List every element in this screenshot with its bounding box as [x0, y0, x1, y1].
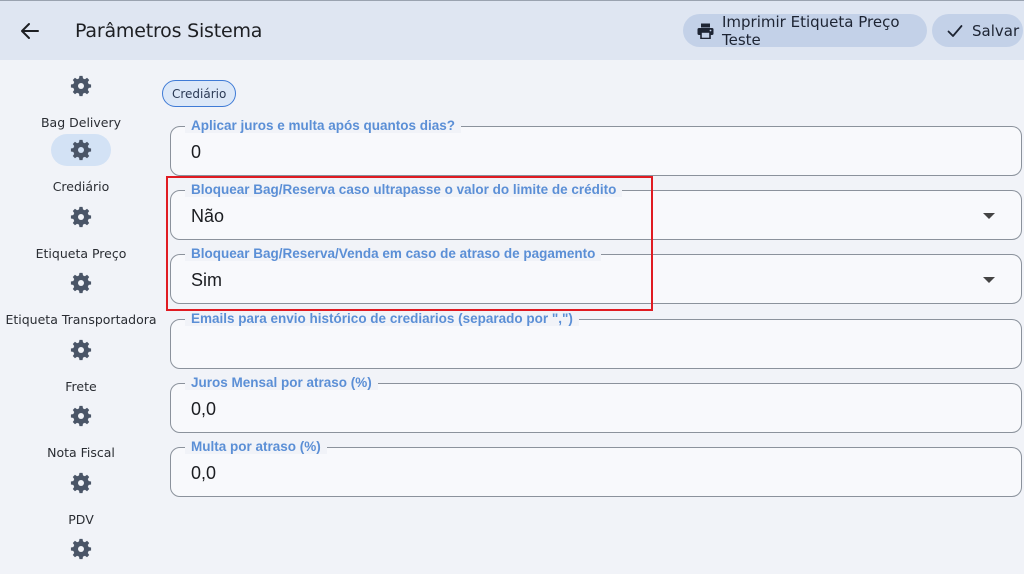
- gear-icon: [51, 134, 111, 166]
- field-value: Não: [191, 206, 225, 226]
- section-chip[interactable]: Crediário: [162, 80, 237, 107]
- block-late-payment-select[interactable]: Bloquear Bag/Reserva/Venda em caso de at…: [170, 246, 1022, 304]
- sidebar-item-pdv[interactable]: PDV: [0, 467, 162, 529]
- field-value: 0: [191, 142, 202, 162]
- back-button[interactable]: [14, 15, 46, 47]
- gear-icon: [51, 334, 111, 366]
- field-label: Bloquear Bag/Reserva caso ultrapasse o v…: [185, 182, 623, 197]
- gear-icon: [51, 533, 111, 565]
- save-button[interactable]: Salvar: [932, 14, 1023, 47]
- sidebar-item-nota-fiscal[interactable]: Nota Fiscal: [0, 400, 162, 462]
- sidebar-item-label: Frete: [65, 379, 97, 394]
- dropdown-arrow-icon: [983, 213, 995, 219]
- print-test-label-button[interactable]: Imprimir Etiqueta Preço Teste: [683, 12, 927, 49]
- field-value: 0,0: [191, 399, 217, 419]
- field-label: Emails para envio histórico de crediario…: [185, 311, 579, 326]
- sidebar-item-label: Bag Delivery: [40, 115, 122, 130]
- history-emails-field[interactable]: Emails para envio histórico de crediario…: [170, 311, 1022, 369]
- sidebar-item-crediario[interactable]: Crediário: [0, 134, 162, 196]
- sidebar-item-label: PDV: [68, 512, 94, 527]
- block-over-credit-limit-select[interactable]: Bloquear Bag/Reserva caso ultrapasse o v…: [170, 182, 1022, 240]
- sidebar-item-more[interactable]: [0, 533, 162, 574]
- field-label: Bloquear Bag/Reserva/Venda em caso de at…: [185, 246, 602, 261]
- dropdown-arrow-icon: [983, 277, 995, 283]
- gear-icon: [51, 201, 111, 233]
- late-fee-field[interactable]: Multa por atraso (%) 0,0: [170, 439, 1022, 497]
- sidebar-item-etiqueta-preco[interactable]: Etiqueta Preço: [0, 201, 162, 263]
- app-window: Parâmetros Sistema Imprimir Etiqueta Pre…: [0, 0, 1024, 574]
- printer-icon: [697, 22, 714, 40]
- print-button-label: Imprimir Etiqueta Preço Teste: [722, 12, 900, 49]
- sidebar-item-label: Etiqueta Transportadora: [5, 312, 157, 327]
- field-label: Multa por atraso (%): [185, 439, 327, 454]
- check-icon: [946, 22, 964, 40]
- gear-icon: [51, 267, 111, 299]
- sidebar-item-frete[interactable]: Frete: [0, 334, 162, 396]
- sidebar-item-label: Nota Fiscal: [47, 445, 115, 460]
- top-app-bar: Parâmetros Sistema Imprimir Etiqueta Pre…: [0, 0, 1024, 60]
- sidebar-item-label: Etiqueta Preço: [35, 246, 127, 261]
- gear-icon: [51, 400, 111, 432]
- monthly-interest-field[interactable]: Juros Mensal por atraso (%) 0,0: [170, 375, 1022, 433]
- settings-form: Crediário Aplicar juros e multa após qua…: [162, 60, 1024, 574]
- page-title: Parâmetros Sistema: [75, 20, 263, 42]
- save-button-label: Salvar: [972, 21, 1020, 40]
- field-value: Sim: [191, 270, 222, 290]
- field-value: 0,0: [191, 463, 217, 483]
- sidebar-item-etiqueta-transportadora[interactable]: Etiqueta Transportadora: [0, 267, 162, 329]
- gear-icon: [51, 467, 111, 499]
- sidebar-item-label: Crediário: [52, 179, 110, 194]
- days-before-interest-field[interactable]: Aplicar juros e multa após quantos dias?…: [170, 118, 1022, 176]
- field-label: Aplicar juros e multa após quantos dias?: [185, 118, 462, 133]
- gear-icon: [51, 70, 111, 102]
- sidebar-item-bag-delivery[interactable]: Bag Delivery: [0, 70, 162, 132]
- navigation-rail: Bag Delivery Crediário Etiqueta Preço Et…: [0, 60, 162, 574]
- arrow-left-icon: [21, 23, 39, 39]
- field-label: Juros Mensal por atraso (%): [185, 375, 378, 390]
